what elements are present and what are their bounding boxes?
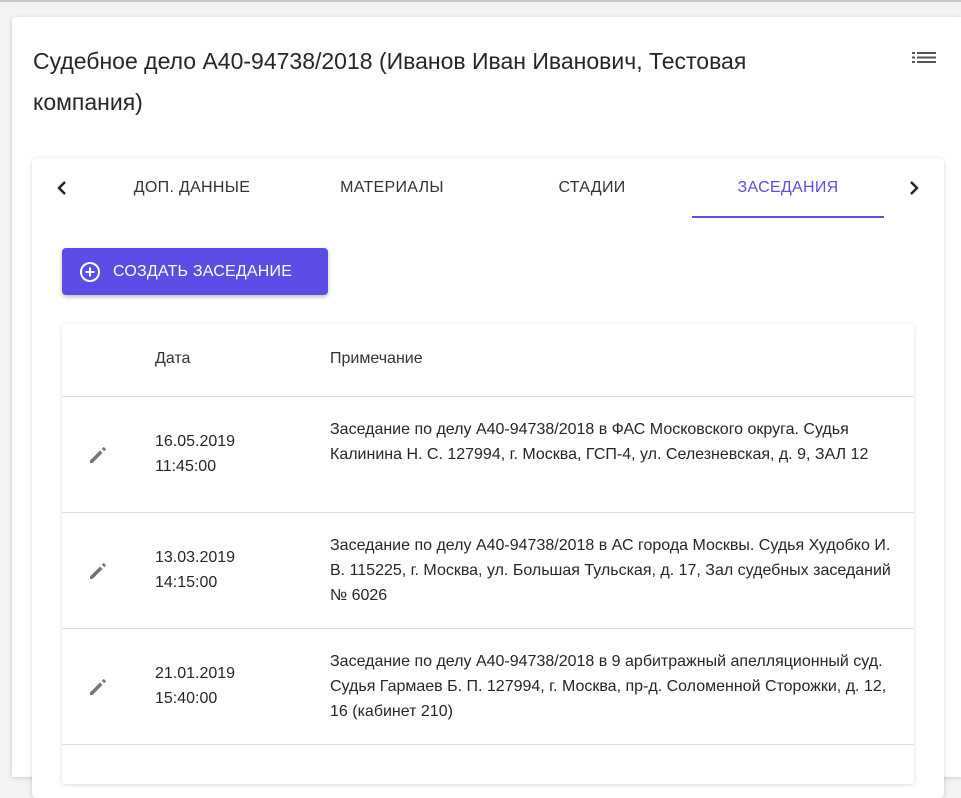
hearing-time-value: 15:40:00	[155, 690, 218, 707]
table-row: 13.03.2019 14:15:00 Заседание по делу А4…	[62, 513, 914, 629]
column-header-date: Дата	[155, 350, 191, 367]
table-header: Дата Примечание	[62, 324, 914, 397]
create-hearing-button[interactable]: СОЗДАТЬ ЗАСЕДАНИЕ	[62, 248, 328, 295]
chevron-left-icon[interactable]	[46, 172, 78, 204]
page-title: Судебное дело А40-94738/2018 (Иванов Ива…	[33, 48, 747, 115]
tab-hearings[interactable]: ЗАСЕДАНИЯ	[692, 158, 884, 218]
top-divider	[0, 0, 961, 2]
column-header-note: Примечание	[330, 350, 423, 367]
hearing-date-value: 21.01.2019	[155, 665, 236, 682]
hearing-date: 13.03.2019 14:15:00	[155, 545, 305, 595]
hearing-note: Заседание по делу А40-94738/2018 в АС го…	[330, 537, 891, 604]
plus-circle-icon	[79, 261, 101, 283]
tab-bar: ДОП. ДАННЫЕ МАТЕРИАЛЫ СТАДИИ ЗАСЕДАНИЯ	[32, 158, 944, 218]
tab-materials[interactable]: МАТЕРИАЛЫ	[292, 158, 492, 218]
pencil-icon[interactable]	[86, 443, 110, 467]
table-row: 21.01.2019 15:40:00 Заседание по делу А4…	[62, 629, 914, 745]
tab-stages[interactable]: СТАДИИ	[492, 158, 692, 218]
hearing-time-value: 11:45:00	[155, 458, 217, 475]
tabs-panel: ДОП. ДАННЫЕ МАТЕРИАЛЫ СТАДИИ ЗАСЕДАНИЯ С…	[32, 158, 944, 798]
case-card: Судебное дело А40-94738/2018 (Иванов Ива…	[12, 17, 961, 798]
create-hearing-label: СОЗДАТЬ ЗАСЕДАНИЕ	[113, 262, 293, 280]
hearing-date: 16.05.2019 11:45:00	[155, 429, 305, 479]
list-icon[interactable]	[910, 47, 938, 71]
active-tab-indicator	[692, 216, 884, 218]
hearing-note: Заседание по делу А40-94738/2018 в ФАС М…	[330, 421, 869, 463]
hearings-table: Дата Примечание 16.05.2019 11:45:00 Засе…	[62, 324, 914, 784]
hearing-date-value: 16.05.2019	[155, 433, 236, 450]
hearing-note: Заседание по делу А40-94738/2018 в 9 арб…	[330, 653, 887, 720]
hearing-date-value: 13.03.2019	[155, 549, 236, 566]
chevron-right-icon[interactable]	[898, 172, 930, 204]
hearing-time-value: 14:15:00	[155, 574, 218, 591]
table-row: 16.05.2019 11:45:00 Заседание по делу А4…	[62, 397, 914, 513]
tab-additional-data[interactable]: ДОП. ДАННЫЕ	[92, 158, 292, 218]
hearing-date: 21.01.2019 15:40:00	[155, 661, 305, 711]
pencil-icon[interactable]	[86, 675, 110, 699]
pencil-icon[interactable]	[86, 559, 110, 583]
